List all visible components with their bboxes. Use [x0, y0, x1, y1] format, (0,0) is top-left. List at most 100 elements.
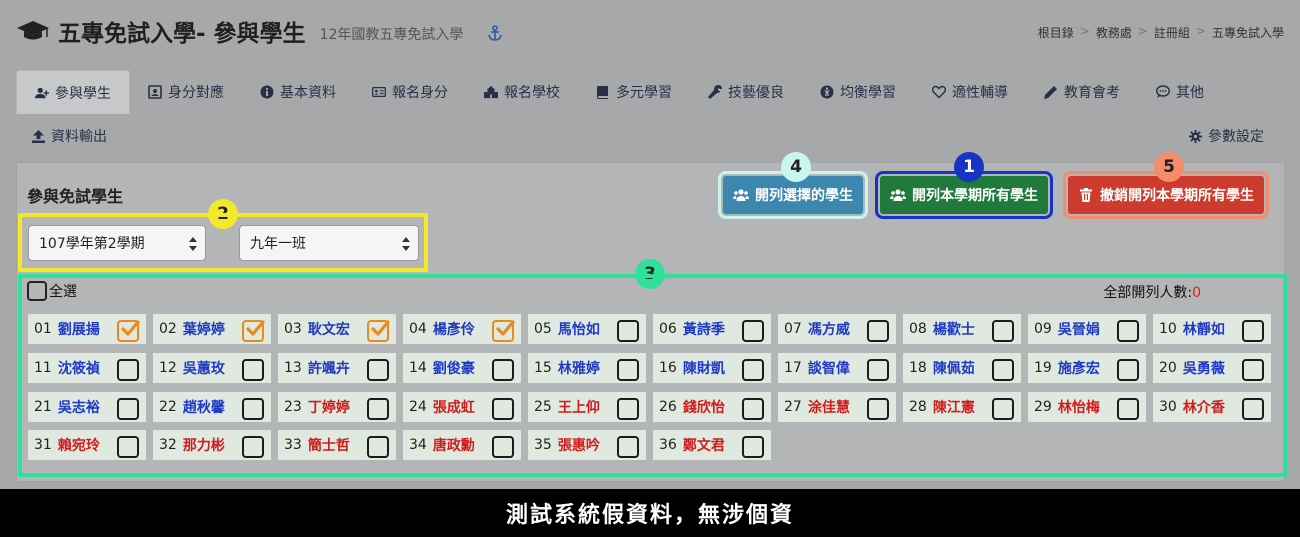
student-checkbox[interactable]: [617, 359, 639, 381]
student-checkbox[interactable]: [367, 359, 389, 381]
student-item[interactable]: 07 馮方威: [778, 314, 896, 344]
student-checkbox-checked[interactable]: [492, 320, 515, 342]
tab-identity-mapping[interactable]: 身分對應: [130, 70, 242, 114]
student-checkbox[interactable]: [492, 359, 514, 381]
student-checkbox[interactable]: [242, 398, 264, 420]
student-checkbox[interactable]: [117, 398, 139, 420]
student-item[interactable]: 15 林雅婷: [528, 353, 646, 383]
student-item[interactable]: 09 吳晉娟: [1028, 314, 1146, 344]
parameter-settings-link[interactable]: 參數設定: [1189, 126, 1264, 146]
tab-other[interactable]: 其他: [1138, 70, 1222, 114]
student-item[interactable]: 08 楊歡士: [903, 314, 1021, 344]
student-item[interactable]: 11 沈筱禎: [28, 353, 146, 383]
student-checkbox[interactable]: [867, 359, 889, 381]
student-item[interactable]: 17 談智偉: [778, 353, 896, 383]
student-item[interactable]: 13 許颯卉: [278, 353, 396, 383]
student-name: 吳蕙玫: [182, 361, 225, 377]
student-item[interactable]: 04 楊彥伶: [403, 314, 521, 344]
student-item[interactable]: 22 趙秋馨: [153, 392, 271, 422]
student-checkbox[interactable]: [1242, 398, 1264, 420]
student-checkbox[interactable]: [617, 436, 639, 458]
tab-adaptive-guidance[interactable]: 適性輔導: [914, 70, 1026, 114]
student-checkbox[interactable]: [367, 398, 389, 420]
student-checkbox[interactable]: [367, 436, 389, 458]
student-checkbox-checked[interactable]: [367, 320, 390, 342]
breadcrumb-item[interactable]: 教務處: [1096, 24, 1132, 41]
student-item[interactable]: 14 劉俊豪: [403, 353, 521, 383]
student-item[interactable]: 23 丁婷婷: [278, 392, 396, 422]
class-select[interactable]: 九年一班: [239, 225, 419, 261]
student-checkbox[interactable]: [742, 320, 764, 342]
student-checkbox[interactable]: [992, 359, 1014, 381]
student-item[interactable]: 29 林怡梅: [1028, 392, 1146, 422]
student-item[interactable]: 31 賴宛玲: [28, 430, 146, 460]
select-all-box[interactable]: [27, 281, 47, 301]
student-item[interactable]: 10 林靜如: [1153, 314, 1271, 344]
student-item[interactable]: 25 王上仰: [528, 392, 646, 422]
breadcrumb-item[interactable]: 註冊組: [1154, 24, 1190, 41]
tab-basic-info[interactable]: 基本資料: [242, 70, 354, 114]
student-item[interactable]: 02 葉婷婷: [153, 314, 271, 344]
student-item[interactable]: 36 鄭文君: [653, 430, 771, 460]
student-checkbox[interactable]: [742, 398, 764, 420]
anchor-icon[interactable]: [487, 25, 503, 41]
tab-participants[interactable]: 參與學生: [16, 70, 130, 114]
student-checkbox[interactable]: [242, 359, 264, 381]
tab-diverse-learning[interactable]: 多元學習: [578, 70, 690, 114]
student-item[interactable]: 21 吳志裕: [28, 392, 146, 422]
student-checkbox[interactable]: [617, 320, 639, 342]
student-checkbox[interactable]: [492, 436, 514, 458]
student-checkbox[interactable]: [617, 398, 639, 420]
student-item[interactable]: 24 張成虹: [403, 392, 521, 422]
tab-skill-excellence[interactable]: 技藝優良: [690, 70, 802, 114]
student-checkbox[interactable]: [1242, 320, 1264, 342]
student-checkbox-checked[interactable]: [117, 320, 140, 342]
breadcrumb: 根目錄 > 教務處 > 註冊組 > 五專免試入學: [1038, 24, 1284, 41]
student-item[interactable]: 19 施彥宏: [1028, 353, 1146, 383]
student-seat-number: 03: [284, 321, 302, 337]
tab-balanced-learning[interactable]: 均衡學習: [802, 70, 914, 114]
student-item[interactable]: 26 錢欣怡: [653, 392, 771, 422]
student-checkbox[interactable]: [867, 320, 889, 342]
student-item[interactable]: 27 涂佳慧: [778, 392, 896, 422]
tab-registration-identity[interactable]: 報名身分: [354, 70, 466, 114]
student-item[interactable]: 28 陳江憲: [903, 392, 1021, 422]
student-checkbox-checked[interactable]: [242, 320, 265, 342]
student-checkbox[interactable]: [492, 398, 514, 420]
student-item[interactable]: 20 吳勇薇: [1153, 353, 1271, 383]
student-checkbox[interactable]: [1117, 320, 1139, 342]
student-checkbox[interactable]: [867, 398, 889, 420]
list-all-students-button[interactable]: 開列本學期所有學生: [875, 171, 1053, 219]
student-item[interactable]: 06 黃詩季: [653, 314, 771, 344]
data-export-link[interactable]: 資料輸出: [32, 126, 107, 146]
student-checkbox[interactable]: [1242, 359, 1264, 381]
student-item[interactable]: 34 唐政勳: [403, 430, 521, 460]
breadcrumb-item[interactable]: 根目錄: [1038, 24, 1074, 41]
semester-select[interactable]: 107學年第2學期: [28, 225, 206, 261]
student-item[interactable]: 30 林介香: [1153, 392, 1271, 422]
student-item[interactable]: 05 馬怡如: [528, 314, 646, 344]
student-item[interactable]: 01 劉展揚: [28, 314, 146, 344]
student-checkbox[interactable]: [1117, 398, 1139, 420]
student-checkbox[interactable]: [1117, 359, 1139, 381]
student-item[interactable]: 12 吳蕙玫: [153, 353, 271, 383]
student-checkbox[interactable]: [742, 359, 764, 381]
tab-education-exam[interactable]: 教育會考: [1026, 70, 1138, 114]
student-item[interactable]: 03 耿文宏: [278, 314, 396, 344]
student-item[interactable]: 33 簡士哲: [278, 430, 396, 460]
student-checkbox[interactable]: [242, 436, 264, 458]
tab-registration-school[interactable]: 報名學校: [466, 70, 578, 114]
student-checkbox[interactable]: [117, 359, 139, 381]
student-checkbox[interactable]: [742, 436, 764, 458]
student-checkbox[interactable]: [992, 320, 1014, 342]
student-name: 唐政勳: [432, 438, 475, 454]
footer-banner: 測試系統假資料，無涉個資: [0, 489, 1300, 537]
student-checkbox[interactable]: [117, 436, 139, 458]
student-item[interactable]: 18 陳佩茹: [903, 353, 1021, 383]
select-all-checkbox[interactable]: 全選: [27, 281, 77, 301]
student-checkbox[interactable]: [992, 398, 1014, 420]
student-name: 林介香: [1182, 400, 1225, 416]
student-item[interactable]: 32 那力彬: [153, 430, 271, 460]
student-item[interactable]: 16 陳財凱: [653, 353, 771, 383]
student-item[interactable]: 35 張惠吟: [528, 430, 646, 460]
